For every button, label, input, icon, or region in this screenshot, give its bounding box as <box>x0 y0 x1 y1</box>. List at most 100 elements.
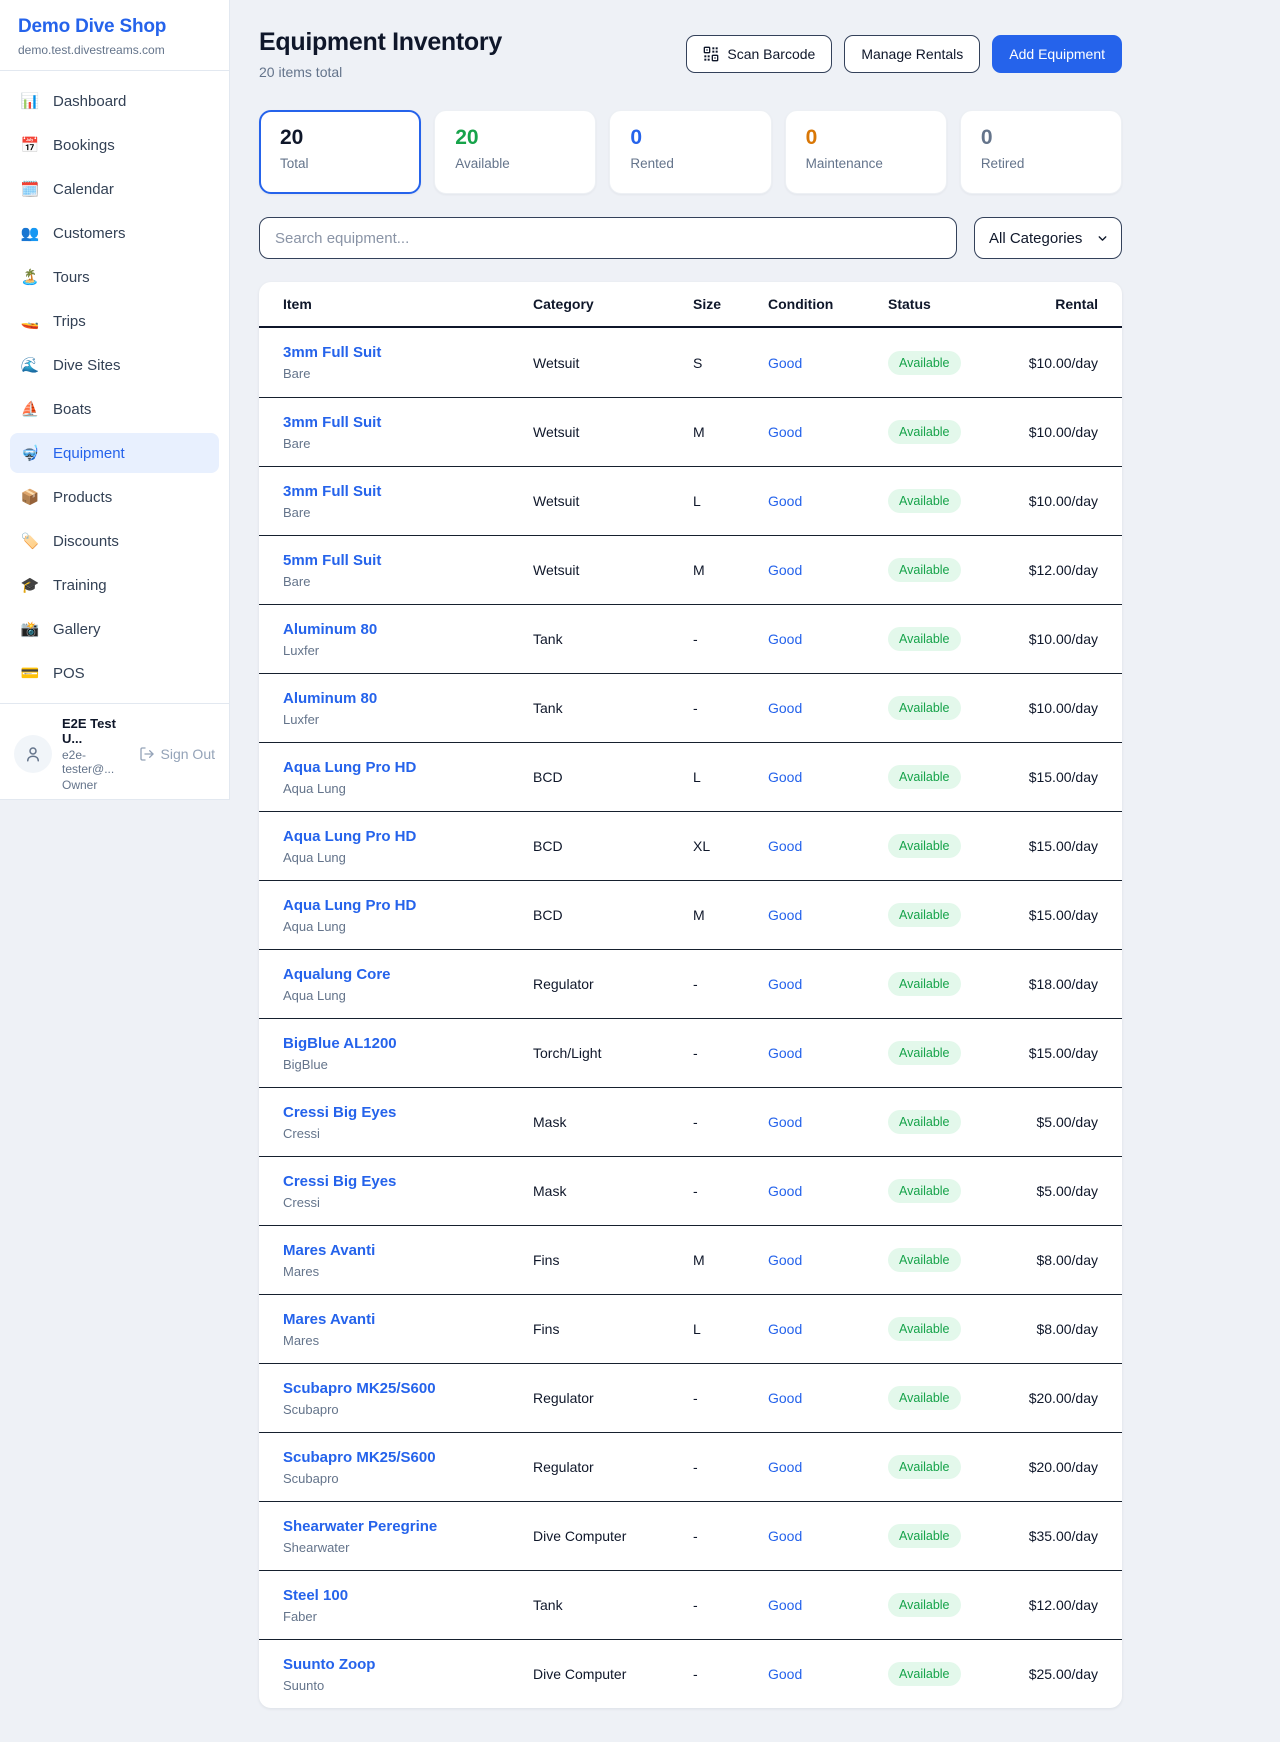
sidebar-item-dive-sites[interactable]: 🌊 Dive Sites <box>10 345 219 385</box>
condition-link[interactable]: Good <box>768 1321 802 1337</box>
stat-card-available[interactable]: 20 Available <box>434 110 596 194</box>
condition-link[interactable]: Good <box>768 976 802 992</box>
status-badge: Available <box>888 420 961 444</box>
table-row: Aluminum 80 Luxfer Tank - Good Available… <box>259 673 1122 742</box>
condition-link[interactable]: Good <box>768 355 802 371</box>
item-size: S <box>693 355 768 371</box>
condition-link[interactable]: Good <box>768 907 802 923</box>
item-category: Regulator <box>533 1459 693 1475</box>
item-rental: $5.00/day <box>1013 1183 1098 1199</box>
item-name-link[interactable]: BigBlue AL1200 <box>283 1035 397 1052</box>
item-name-link[interactable]: 3mm Full Suit <box>283 483 381 500</box>
status-badge: Available <box>888 1593 961 1617</box>
item-name-link[interactable]: Aqualung Core <box>283 966 391 983</box>
condition-link[interactable]: Good <box>768 1045 802 1061</box>
manage-rentals-button[interactable]: Manage Rentals <box>844 35 980 73</box>
item-rental: $18.00/day <box>1013 976 1098 992</box>
status-badge: Available <box>888 351 961 375</box>
stat-label: Retired <box>981 156 1101 171</box>
condition-link[interactable]: Good <box>768 1459 802 1475</box>
item-category: Tank <box>533 1597 693 1613</box>
item-name-link[interactable]: Aqua Lung Pro HD <box>283 897 416 914</box>
condition-link[interactable]: Good <box>768 424 802 440</box>
scan-barcode-button[interactable]: Scan Barcode <box>686 35 832 73</box>
category-select-value: All Categories <box>989 230 1082 247</box>
condition-link[interactable]: Good <box>768 493 802 509</box>
condition-link[interactable]: Good <box>768 631 802 647</box>
item-name-link[interactable]: Aluminum 80 <box>283 621 377 638</box>
condition-link[interactable]: Good <box>768 769 802 785</box>
item-name-link[interactable]: 5mm Full Suit <box>283 552 381 569</box>
table-header-row: Item Category Size Condition Status Rent… <box>259 282 1122 328</box>
item-name-link[interactable]: 3mm Full Suit <box>283 414 381 431</box>
sidebar-item-boats[interactable]: ⛵ Boats <box>10 389 219 429</box>
item-name-link[interactable]: Aqua Lung Pro HD <box>283 759 416 776</box>
item-name-link[interactable]: Suunto Zoop <box>283 1656 375 1673</box>
sidebar-item-products[interactable]: 📦 Products <box>10 477 219 517</box>
search-input[interactable] <box>259 217 957 259</box>
sidebar-item-pos[interactable]: 💳 POS <box>10 653 219 693</box>
sidebar-item-tours[interactable]: 🏝️ Tours <box>10 257 219 297</box>
sidebar-item-trips[interactable]: 🚤 Trips <box>10 301 219 341</box>
status-badge: Available <box>888 1179 961 1203</box>
item-name-link[interactable]: Shearwater Peregrine <box>283 1518 437 1535</box>
dive-sites-icon: 🌊 <box>20 356 40 374</box>
item-name-link[interactable]: 3mm Full Suit <box>283 344 381 361</box>
status-badge: Available <box>888 1041 961 1065</box>
sidebar-item-gallery[interactable]: 📸 Gallery <box>10 609 219 649</box>
item-brand: Aqua Lung <box>283 781 533 796</box>
condition-link[interactable]: Good <box>768 1666 802 1682</box>
item-brand: Aqua Lung <box>283 850 533 865</box>
item-name-link[interactable]: Mares Avanti <box>283 1311 375 1328</box>
add-equipment-button[interactable]: Add Equipment <box>992 35 1122 73</box>
item-rental: $12.00/day <box>1013 1597 1098 1613</box>
sidebar-item-customers[interactable]: 👥 Customers <box>10 213 219 253</box>
sign-out-button[interactable]: Sign Out <box>139 746 215 762</box>
table-row: Mares Avanti Mares Fins M Good Available… <box>259 1225 1122 1294</box>
condition-link[interactable]: Good <box>768 1183 802 1199</box>
sidebar-item-bookings[interactable]: 📅 Bookings <box>10 125 219 165</box>
item-brand: Bare <box>283 366 533 381</box>
item-rental: $8.00/day <box>1013 1321 1098 1337</box>
item-name-link[interactable]: Aqua Lung Pro HD <box>283 828 416 845</box>
stat-card-total[interactable]: 20 Total <box>259 110 421 194</box>
item-size: - <box>693 1666 768 1682</box>
condition-link[interactable]: Good <box>768 1597 802 1613</box>
sidebar-item-label: Trips <box>53 313 86 330</box>
sidebar-item-dashboard[interactable]: 📊 Dashboard <box>10 81 219 121</box>
table-row: Aqualung Core Aqua Lung Regulator - Good… <box>259 949 1122 1018</box>
item-size: L <box>693 1321 768 1337</box>
item-category: Fins <box>533 1321 693 1337</box>
item-name-link[interactable]: Aluminum 80 <box>283 690 377 707</box>
condition-link[interactable]: Good <box>768 562 802 578</box>
sidebar-item-label: Dive Sites <box>53 357 121 374</box>
item-brand: Aqua Lung <box>283 919 533 934</box>
condition-link[interactable]: Good <box>768 838 802 854</box>
condition-link[interactable]: Good <box>768 1390 802 1406</box>
condition-link[interactable]: Good <box>768 1114 802 1130</box>
sidebar-item-training[interactable]: 🎓 Training <box>10 565 219 605</box>
item-name-link[interactable]: Cressi Big Eyes <box>283 1104 396 1121</box>
sidebar-item-equipment[interactable]: 🤿 Equipment <box>10 433 219 473</box>
item-name-link[interactable]: Scubapro MK25/S600 <box>283 1380 436 1397</box>
item-name-link[interactable]: Scubapro MK25/S600 <box>283 1449 436 1466</box>
item-name-link[interactable]: Mares Avanti <box>283 1242 375 1259</box>
item-rental: $12.00/day <box>1013 562 1098 578</box>
sidebar-item-calendar[interactable]: 🗓️ Calendar <box>10 169 219 209</box>
table-row: Shearwater Peregrine Shearwater Dive Com… <box>259 1501 1122 1570</box>
stat-card-retired[interactable]: 0 Retired <box>960 110 1122 194</box>
condition-link[interactable]: Good <box>768 700 802 716</box>
sidebar-item-label: Discounts <box>53 533 119 550</box>
stat-card-maintenance[interactable]: 0 Maintenance <box>785 110 947 194</box>
sidebar-item-label: Products <box>53 489 112 506</box>
item-name-link[interactable]: Steel 100 <box>283 1587 348 1604</box>
item-name-link[interactable]: Cressi Big Eyes <box>283 1173 396 1190</box>
condition-link[interactable]: Good <box>768 1252 802 1268</box>
condition-link[interactable]: Good <box>768 1528 802 1544</box>
item-rental: $15.00/day <box>1013 769 1098 785</box>
sidebar-item-label: Bookings <box>53 137 115 154</box>
category-select[interactable]: All Categories <box>974 217 1122 259</box>
stat-card-rented[interactable]: 0 Rented <box>609 110 771 194</box>
stat-value: 0 <box>806 126 926 150</box>
sidebar-item-discounts[interactable]: 🏷️ Discounts <box>10 521 219 561</box>
